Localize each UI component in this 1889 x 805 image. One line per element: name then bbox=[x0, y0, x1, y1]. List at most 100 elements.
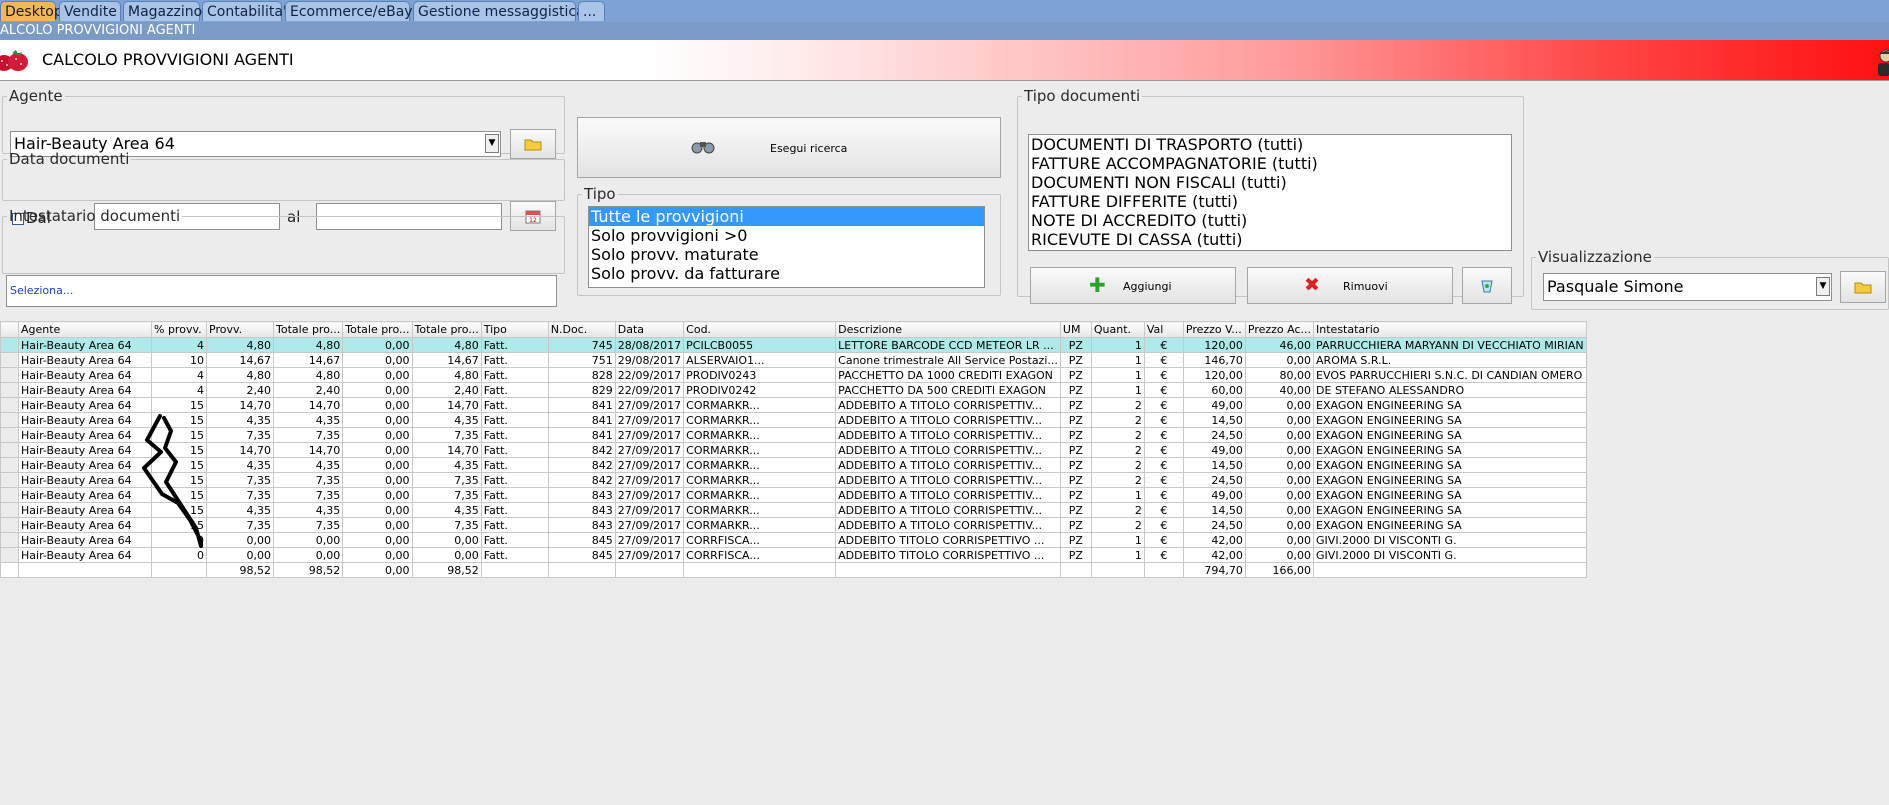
table-cell[interactable]: 7,35 bbox=[206, 487, 274, 503]
table-cell[interactable]: Hair-Beauty Area 64 bbox=[18, 442, 152, 458]
table-cell[interactable]: 0,00 bbox=[342, 472, 413, 488]
table-cell[interactable]: 120,00 bbox=[1182, 367, 1246, 383]
table-cell[interactable]: 0 bbox=[151, 532, 207, 548]
row-indicator[interactable] bbox=[0, 412, 19, 428]
table-cell[interactable]: 60,00 bbox=[1182, 382, 1246, 398]
table-cell[interactable]: ADDEBITO A TITOLO CORRISPETTIV... bbox=[835, 487, 1061, 503]
table-cell[interactable]: 27/09/2017 bbox=[614, 412, 685, 428]
table-cell[interactable]: 0,00 bbox=[206, 547, 274, 563]
table-cell[interactable]: Hair-Beauty Area 64 bbox=[18, 547, 152, 563]
row-indicator[interactable] bbox=[0, 337, 19, 353]
table-cell[interactable]: EXAGON ENGINEERING SA bbox=[1313, 517, 1587, 533]
table-cell[interactable]: 146,70 bbox=[1182, 352, 1246, 368]
table-cell[interactable]: 845 bbox=[547, 547, 616, 563]
table-cell[interactable]: 15 bbox=[151, 502, 207, 518]
table-cell[interactable]: 7,35 bbox=[411, 472, 482, 488]
table-cell[interactable]: PACCHETTO DA 1000 CREDITI EXAGON bbox=[835, 367, 1061, 383]
table-cell[interactable]: EXAGON ENGINEERING SA bbox=[1313, 472, 1587, 488]
table-cell[interactable]: 14,70 bbox=[272, 397, 344, 413]
table-row[interactable]: Hair-Beauty Area 64 15 7,35 7,35 0,00 7,35 Fat… bbox=[0, 472, 1587, 488]
table-cell[interactable]: 0,00 bbox=[272, 532, 344, 548]
table-cell[interactable]: 27/09/2017 bbox=[614, 502, 685, 518]
table-cell[interactable]: Hair-Beauty Area 64 bbox=[18, 472, 152, 488]
table-cell[interactable]: ALSERVAIO1... bbox=[683, 352, 837, 368]
table-cell[interactable]: CORMARKR... bbox=[683, 502, 837, 518]
table-cell[interactable]: € bbox=[1143, 532, 1184, 548]
table-cell[interactable]: 0,00 bbox=[1244, 487, 1315, 503]
table-cell[interactable]: 843 bbox=[547, 487, 616, 503]
table-cell[interactable]: ADDEBITO A TITOLO CORRISPETTIV... bbox=[835, 412, 1061, 428]
table-cell[interactable]: 15 bbox=[151, 487, 207, 503]
table-cell[interactable]: ADDEBITO A TITOLO CORRISPETTIV... bbox=[835, 472, 1061, 488]
table-cell[interactable]: Hair-Beauty Area 64 bbox=[18, 487, 152, 503]
table-cell[interactable]: DE STEFANO ALESSANDRO bbox=[1313, 382, 1587, 398]
column-header[interactable]: UM bbox=[1059, 321, 1092, 338]
table-cell[interactable]: 22/09/2017 bbox=[614, 382, 685, 398]
table-cell[interactable]: € bbox=[1143, 472, 1184, 488]
row-indicator[interactable] bbox=[0, 457, 19, 473]
tipo-documenti-option[interactable]: DOCUMENTI NON FISCALI (tutti) bbox=[1029, 173, 1511, 192]
table-cell[interactable]: Fatt. bbox=[480, 502, 549, 518]
table-cell[interactable]: CORMARKR... bbox=[683, 412, 837, 428]
table-cell[interactable]: Fatt. bbox=[480, 337, 549, 353]
table-cell[interactable]: 27/09/2017 bbox=[614, 442, 685, 458]
table-cell[interactable]: 0,00 bbox=[342, 382, 413, 398]
table-cell[interactable]: 22/09/2017 bbox=[614, 367, 685, 383]
column-header[interactable]: Tipo bbox=[480, 321, 549, 338]
table-cell[interactable]: 14,50 bbox=[1182, 457, 1246, 473]
table-cell[interactable]: Fatt. bbox=[480, 487, 549, 503]
table-cell[interactable]: 0,00 bbox=[342, 427, 413, 443]
table-cell[interactable]: Fatt. bbox=[480, 457, 549, 473]
table-cell[interactable]: 14,67 bbox=[272, 352, 344, 368]
table-cell[interactable]: Hair-Beauty Area 64 bbox=[18, 382, 152, 398]
row-indicator[interactable] bbox=[0, 397, 19, 413]
table-row[interactable]: Hair-Beauty Area 64 15 14,70 14,70 0,00 14,70… bbox=[0, 442, 1587, 458]
table-cell[interactable]: 10 bbox=[151, 352, 207, 368]
table-cell[interactable]: Hair-Beauty Area 64 bbox=[18, 427, 152, 443]
table-cell[interactable]: 7,35 bbox=[206, 427, 274, 443]
table-row[interactable]: Hair-Beauty Area 64 15 7,35 7,35 0,00 7,35 Fat… bbox=[0, 517, 1587, 533]
table-cell[interactable]: 27/09/2017 bbox=[614, 427, 685, 443]
table-cell[interactable]: 2 bbox=[1090, 427, 1145, 443]
table-cell[interactable]: 0,00 bbox=[342, 457, 413, 473]
table-cell[interactable]: 28/08/2017 bbox=[614, 337, 685, 353]
tipo-option[interactable]: Solo provv. da fatturare bbox=[589, 264, 984, 283]
table-cell[interactable]: 7,35 bbox=[206, 472, 274, 488]
tipo-documenti-option[interactable]: NOTE DI ACCREDITO (tutti) bbox=[1029, 211, 1511, 230]
table-cell[interactable]: AROMA S.R.L. bbox=[1313, 352, 1587, 368]
tab-ecommerce-ebay[interactable]: Ecommerce/eBay bbox=[285, 1, 413, 21]
table-cell[interactable]: 0,00 bbox=[342, 412, 413, 428]
table-cell[interactable]: PZ bbox=[1059, 532, 1092, 548]
table-cell[interactable]: 0,00 bbox=[206, 532, 274, 548]
table-cell[interactable]: EXAGON ENGINEERING SA bbox=[1313, 442, 1587, 458]
table-cell[interactable]: 15 bbox=[151, 472, 207, 488]
table-cell[interactable]: 2 bbox=[1090, 472, 1145, 488]
tab-more[interactable]: ... bbox=[578, 1, 605, 21]
table-cell[interactable]: EXAGON ENGINEERING SA bbox=[1313, 487, 1587, 503]
table-cell[interactable]: 7,35 bbox=[411, 487, 482, 503]
table-cell[interactable]: 4,35 bbox=[206, 502, 274, 518]
table-cell[interactable]: 49,00 bbox=[1182, 487, 1246, 503]
table-cell[interactable]: 0,00 bbox=[1244, 472, 1315, 488]
table-cell[interactable]: 0,00 bbox=[1244, 442, 1315, 458]
tipo-documenti-option[interactable]: DOCUMENTI DI TRASPORTO (tutti) bbox=[1029, 135, 1511, 154]
table-cell[interactable]: PACCHETTO DA 500 CREDITI EXAGON bbox=[835, 382, 1061, 398]
table-cell[interactable]: € bbox=[1143, 442, 1184, 458]
table-cell[interactable]: PZ bbox=[1059, 412, 1092, 428]
table-cell[interactable]: 7,35 bbox=[272, 427, 344, 443]
table-cell[interactable]: 4,35 bbox=[411, 412, 482, 428]
table-cell[interactable]: PZ bbox=[1059, 337, 1092, 353]
table-cell[interactable]: PZ bbox=[1059, 352, 1092, 368]
table-cell[interactable]: PZ bbox=[1059, 547, 1092, 563]
table-cell[interactable]: 841 bbox=[547, 397, 616, 413]
table-cell[interactable]: Fatt. bbox=[480, 532, 549, 548]
table-cell[interactable]: EVOS PARRUCCHIERI S.N.C. DI CANDIAN OMER… bbox=[1313, 367, 1587, 383]
table-cell[interactable]: Fatt. bbox=[480, 547, 549, 563]
table-cell[interactable]: 4,80 bbox=[206, 337, 274, 353]
column-header[interactable]: Cod. bbox=[683, 321, 837, 338]
table-cell[interactable]: 14,70 bbox=[411, 442, 482, 458]
table-cell[interactable]: 2,40 bbox=[272, 382, 344, 398]
column-header[interactable]: Agente bbox=[18, 321, 152, 338]
table-cell[interactable]: EXAGON ENGINEERING SA bbox=[1313, 412, 1587, 428]
table-cell[interactable]: 4 bbox=[151, 367, 207, 383]
